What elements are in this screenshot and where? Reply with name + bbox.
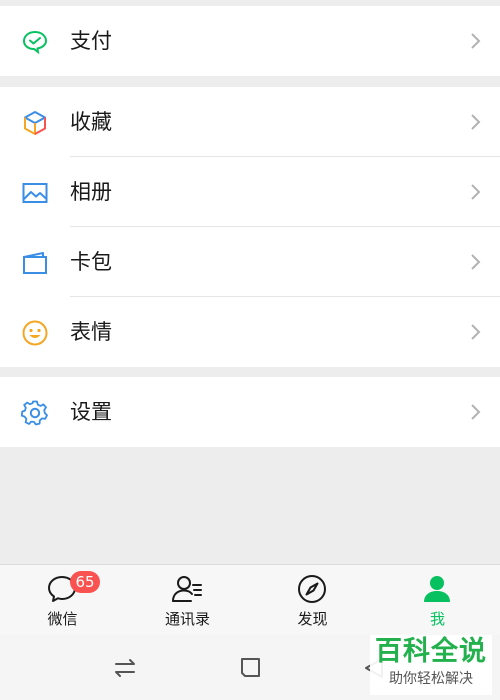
watermark-title: 百科全说: [375, 636, 487, 667]
tab-label: 我: [429, 610, 445, 628]
chevron-right-icon: [470, 183, 482, 201]
home-square-icon[interactable]: [235, 653, 265, 683]
person-icon: [421, 573, 453, 605]
smiley-icon: [21, 319, 49, 347]
menu-item-pay[interactable]: 支付: [0, 6, 500, 76]
menu-group-settings: 设置: [0, 377, 500, 447]
chevron-right-icon: [470, 323, 482, 341]
menu-item-label: 表情: [70, 320, 112, 344]
watermark-subtitle: 助你轻松解决: [389, 671, 473, 687]
menu-item-settings[interactable]: 设置: [0, 377, 500, 447]
picture-icon: [21, 179, 49, 207]
chevron-right-icon: [470, 403, 482, 421]
switch-arrows-icon[interactable]: [110, 653, 140, 683]
menu-item-label: 相册: [70, 180, 112, 204]
tab-contacts[interactable]: 通讯录: [125, 565, 250, 635]
menu-item-label: 卡包: [70, 250, 112, 274]
watermark: 百科全说 助你轻松解决: [370, 635, 492, 695]
unread-badge: 65: [70, 571, 100, 593]
wechat-pay-icon: [21, 28, 49, 56]
menu-item-cards[interactable]: 卡包: [0, 227, 500, 297]
tab-label: 微信: [47, 610, 78, 628]
tab-me[interactable]: 我: [375, 565, 500, 635]
menu-item-label: 收藏: [70, 110, 112, 134]
compass-icon: [296, 573, 328, 605]
card-wallet-icon: [21, 249, 49, 277]
menu-item-stickers[interactable]: 表情: [0, 297, 500, 367]
menu-item-label: 设置: [70, 400, 112, 424]
menu-group-main: 收藏 相册 卡包 表情: [0, 87, 500, 367]
chevron-right-icon: [470, 32, 482, 50]
gear-icon: [21, 399, 49, 427]
menu-item-label: 支付: [70, 29, 112, 53]
chevron-right-icon: [470, 113, 482, 131]
tab-label: 发现: [297, 610, 328, 628]
cube-icon: [21, 109, 49, 137]
bottom-tab-bar: 65 微信 通讯录 发现 我: [0, 564, 500, 635]
menu-group-pay: 支付: [0, 6, 500, 76]
tab-chats[interactable]: 65 微信: [0, 565, 125, 635]
chevron-right-icon: [470, 253, 482, 271]
menu-item-favorites[interactable]: 收藏: [0, 87, 500, 157]
tab-label: 通讯录: [164, 610, 210, 628]
contacts-icon: [171, 573, 203, 605]
menu-item-album[interactable]: 相册: [0, 157, 500, 227]
tab-discover[interactable]: 发现: [250, 565, 375, 635]
